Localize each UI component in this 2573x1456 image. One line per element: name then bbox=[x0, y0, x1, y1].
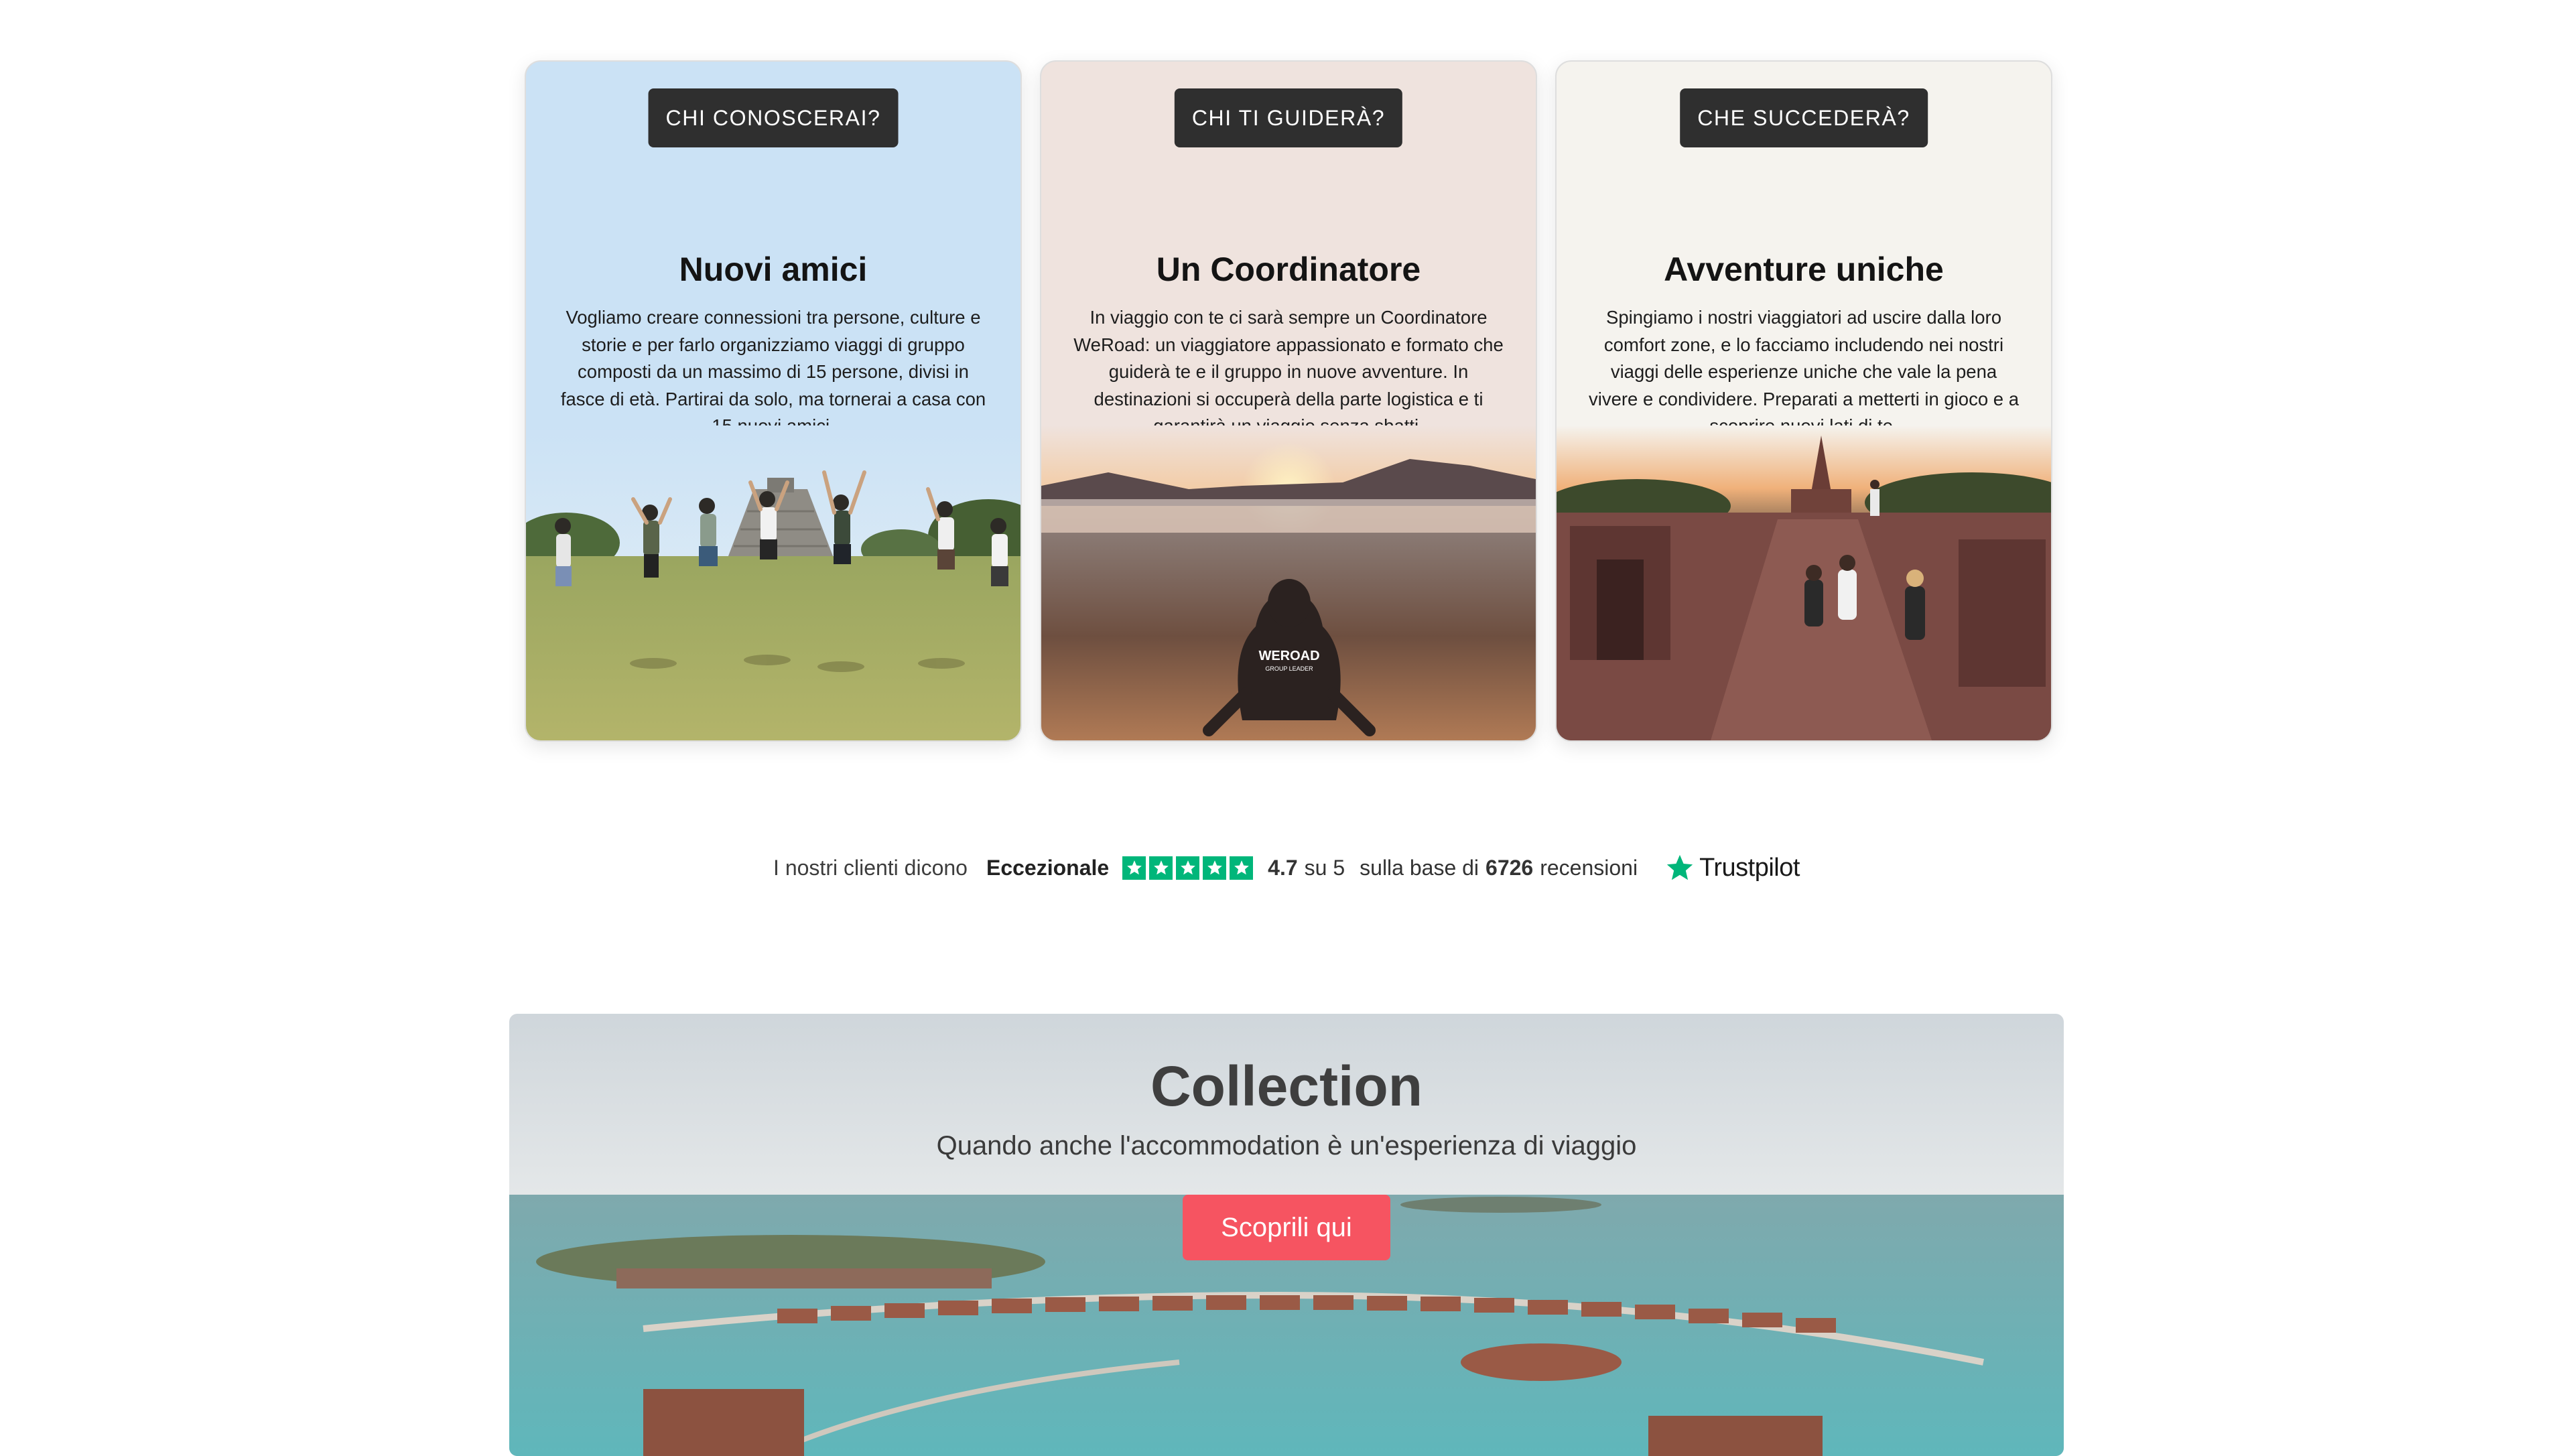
star-icon bbox=[1176, 856, 1200, 880]
card-adventures: CHE SUCCEDERÀ? Avventure uniche Spingiam… bbox=[1555, 60, 2052, 742]
collection-title: Collection bbox=[1150, 1055, 1423, 1118]
trustpilot-brand: Trustpilot bbox=[1699, 853, 1800, 882]
trustpilot-based-on: sulla base di bbox=[1360, 855, 1479, 880]
card-tag: CHE SUCCEDERÀ? bbox=[1680, 88, 1928, 147]
star-icon bbox=[1203, 856, 1227, 880]
collection-banner: Collection Quando anche l'accommodation … bbox=[509, 1014, 2064, 1456]
hoodie-text: GROUP LEADER bbox=[1265, 665, 1313, 672]
trustpilot-intro: I nostri clienti dicono bbox=[773, 855, 968, 880]
temple-adventure-photo bbox=[1557, 425, 2051, 740]
star-icon bbox=[1122, 856, 1146, 880]
trustpilot-stars bbox=[1122, 856, 1254, 880]
card-description: Vogliamo creare connessioni tra persone,… bbox=[560, 307, 986, 436]
trustpilot-review-count: 6726 bbox=[1486, 855, 1534, 880]
card-coordinator: CHI TI GUIDERÀ? Un Coordinatore In viagg… bbox=[1040, 60, 1537, 742]
collection-subtitle: Quando anche l'accommodation è un'esperi… bbox=[936, 1131, 1637, 1161]
star-icon bbox=[1230, 856, 1254, 880]
card-title: Avventure uniche bbox=[1664, 251, 1944, 288]
card-title: Un Coordinatore bbox=[1156, 251, 1421, 288]
trustpilot-score: 4.7 bbox=[1268, 855, 1298, 880]
trustpilot-star-icon bbox=[1666, 854, 1693, 880]
hoodie-brand: WEROAD bbox=[1258, 649, 1319, 663]
trustpilot-logo[interactable]: Trustpilot bbox=[1664, 852, 1800, 883]
card-new-friends: CHI CONOSCERAI? Nuovi amici Vogliamo cre… bbox=[525, 60, 1022, 742]
card-title: Nuovi amici bbox=[679, 251, 868, 288]
trustpilot-widget[interactable]: I nostri clienti dicono Eccezionale 4.7 … bbox=[0, 848, 2573, 888]
discover-button[interactable]: Scoprili qui bbox=[1183, 1195, 1390, 1260]
card-tag: CHI TI GUIDERÀ? bbox=[1174, 88, 1403, 147]
card-description: Spingiamo i nostri viaggiatori ad uscire… bbox=[1589, 307, 2019, 436]
card-tag: CHI CONOSCERAI? bbox=[648, 88, 899, 147]
feature-cards: CHI CONOSCERAI? Nuovi amici Vogliamo cre… bbox=[525, 60, 2052, 742]
coordinator-sunset-photo: WEROAD GROUP LEADER bbox=[1041, 425, 1536, 740]
trustpilot-reviews-word: recensioni bbox=[1540, 855, 1638, 880]
card-description: In viaggio con te ci sarà sempre un Coor… bbox=[1073, 307, 1504, 436]
trustpilot-rating-label: Eccezionale bbox=[986, 855, 1110, 880]
group-jumping-photo bbox=[526, 425, 1020, 740]
trustpilot-score-suffix: su 5 bbox=[1304, 855, 1345, 880]
star-icon bbox=[1149, 856, 1173, 880]
